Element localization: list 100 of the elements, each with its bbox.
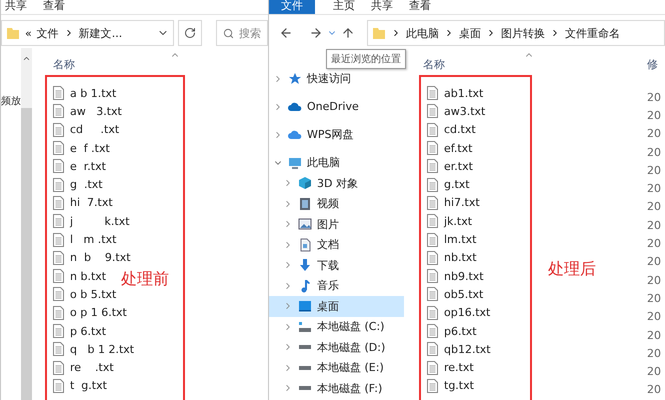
file-name[interactable]: aw3.txt [444, 104, 486, 118]
file-name[interactable]: e f .txt [70, 142, 110, 155]
file-name[interactable]: n b 9.txt [70, 251, 131, 264]
file-name[interactable]: o p 1 6.txt [70, 306, 127, 320]
file-name[interactable]: ef.txt [444, 142, 472, 155]
date-cell-text: 20 [647, 364, 662, 380]
file-name[interactable]: re.txt [444, 361, 474, 374]
ribbon-tab[interactable]: 主页 [329, 0, 367, 12]
nav-item[interactable]: 本地磁盘 (E:) [269, 358, 404, 378]
file-name[interactable]: hi 7.txt [70, 196, 113, 210]
text-file-icon [427, 360, 438, 375]
nav-item[interactable]: 本地磁盘 (D:) [269, 337, 404, 358]
text-file-icon [53, 196, 64, 210]
text-file-icon [53, 122, 64, 137]
file-name[interactable]: lm.txt [444, 233, 476, 246]
breadcrumb[interactable]: 文件 [36, 26, 59, 40]
search-icon [223, 28, 234, 38]
date-cell-text: 20 [647, 328, 662, 344]
breadcrumb[interactable]: 新建文... [78, 26, 122, 40]
date-cell-text: 20 [647, 199, 662, 216]
column-header[interactable]: 修 [647, 57, 665, 72]
file-name[interactable]: cd.txt [444, 123, 476, 136]
breadcrumb[interactable]: 文件重命名 [565, 26, 620, 40]
up-button[interactable] [341, 26, 355, 40]
date-cell-text: 20 [647, 162, 662, 179]
nav-item[interactable]: 音乐 [269, 276, 404, 296]
file-name[interactable]: re .txt [70, 361, 114, 374]
column-header[interactable]: 名称 [45, 57, 75, 72]
ribbon-tab[interactable]: 共享 [367, 0, 405, 12]
file-name[interactable]: er.txt [444, 160, 473, 173]
file-name[interactable]: t g.txt [70, 379, 107, 392]
file-name[interactable]: aw 3.txt [70, 104, 122, 118]
column-header[interactable]: 名称 [419, 57, 445, 72]
scrollbar[interactable] [21, 48, 32, 400]
computer-icon [288, 156, 302, 170]
file-name[interactable]: g .txt [70, 178, 103, 192]
nav-item[interactable]: 快速访问 [269, 68, 404, 89]
file-name[interactable]: qb12.txt [444, 342, 491, 356]
file-name[interactable]: nb.txt [444, 251, 477, 264]
ribbon-tab[interactable]: 查看 [405, 0, 443, 12]
desktop-icon [298, 299, 312, 314]
text-file-icon [427, 196, 438, 210]
file-name[interactable]: cd .txt [70, 123, 120, 136]
file-name[interactable]: ab1.txt [444, 86, 484, 100]
file-name[interactable]: l m .txt [70, 233, 116, 246]
text-file-icon [427, 306, 438, 320]
text-file-icon [427, 250, 438, 265]
address-bar[interactable]: « 文件 新建文... [1, 20, 174, 46]
text-file-icon [427, 342, 438, 356]
drive-icon [298, 364, 312, 371]
nav-item[interactable]: 文档 [269, 234, 404, 255]
scroll-up-icon[interactable] [22, 54, 31, 63]
nav-item[interactable]: 视频 [269, 194, 404, 214]
text-file-icon [53, 86, 64, 100]
file-name[interactable]: op16.txt [444, 306, 490, 320]
breadcrumb[interactable]: 图片转换 [501, 26, 545, 40]
file-name[interactable]: p 6.txt [70, 324, 106, 338]
file-name[interactable]: jk.txt [444, 214, 472, 228]
nav-item[interactable]: WPS网盘 [269, 124, 404, 145]
text-file-icon [53, 141, 64, 156]
nav-item-text[interactable]: 频放 [1, 94, 21, 108]
nav-item[interactable]: 图片 [269, 214, 404, 234]
refresh-button[interactable] [178, 20, 202, 46]
breadcrumb-overflow[interactable]: « [25, 26, 32, 40]
image-icon [298, 217, 312, 232]
file-name[interactable]: a b 1.txt [70, 86, 116, 100]
file-name[interactable]: j k.txt [70, 214, 130, 228]
breadcrumb[interactable]: 此电脑 [406, 26, 439, 40]
breadcrumb[interactable]: 桌面 [459, 26, 481, 40]
file-name[interactable]: e r.txt [70, 160, 106, 173]
nav-item[interactable]: 下载 [269, 255, 404, 276]
file-name[interactable]: g.txt [444, 178, 470, 192]
nav-item[interactable]: OneDrive [269, 96, 404, 117]
nav-item[interactable]: 此电脑 [269, 152, 404, 173]
text-file-icon [53, 287, 64, 302]
nav-item[interactable]: 本地磁盘 (F:) [269, 378, 404, 398]
file-name[interactable]: o b 5.txt [70, 288, 116, 301]
document-icon [298, 238, 312, 252]
address-bar[interactable]: 此电脑 桌面 图片转换 文件重命名 [367, 20, 665, 46]
file-name[interactable]: nb9.txt [444, 270, 484, 283]
file-name[interactable]: q b 1 2.txt [70, 342, 134, 356]
back-button[interactable] [279, 26, 293, 40]
text-file-icon [53, 306, 64, 320]
text-file-icon [427, 178, 438, 192]
ribbon-tab[interactable]: 共享 [1, 0, 39, 12]
drive-icon [298, 320, 312, 334]
ribbon-tab[interactable]: 查看 [39, 0, 77, 12]
search-field[interactable]: 搜索 [216, 20, 268, 46]
file-name[interactable]: ob5.txt [444, 288, 484, 301]
file-name[interactable]: p6.txt [444, 324, 477, 338]
file-menu-button[interactable]: 文件 [269, 0, 315, 14]
text-file-icon [427, 287, 438, 302]
file-name[interactable]: hi7.txt [444, 196, 480, 210]
forward-button[interactable] [309, 26, 323, 40]
file-name[interactable]: n b.txt [70, 270, 106, 283]
file-name[interactable]: tg.txt [444, 379, 474, 392]
nav-item[interactable]: 3D 对象 [269, 173, 404, 194]
date-cell-text: 20 [647, 272, 662, 289]
nav-item[interactable]: 本地磁盘 (C:) [269, 316, 404, 337]
nav-item[interactable]: 桌面 [269, 296, 404, 316]
